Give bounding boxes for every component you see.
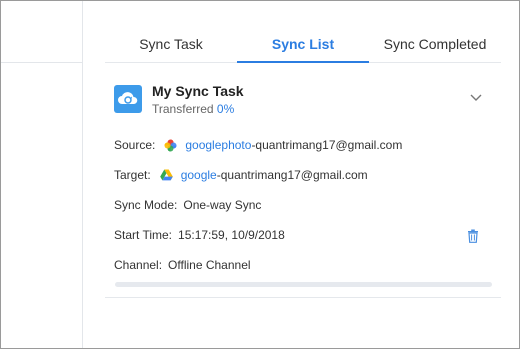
left-pane	[1, 1, 83, 348]
sync-mode-row: Sync Mode: One-way Sync	[114, 198, 261, 212]
start-time-label: Start Time:	[114, 228, 173, 242]
target-service[interactable]: google	[181, 168, 217, 182]
sync-mode-label: Sync Mode:	[114, 198, 178, 212]
target-label: Target:	[114, 168, 151, 182]
channel-row: Channel: Offline Channel	[114, 258, 251, 272]
start-time-row: Start Time: 15:17:59, 10/9/2018	[114, 228, 285, 242]
task-status: Transferred 0%	[152, 102, 234, 116]
progress-bar	[115, 282, 492, 287]
task-title: My Sync Task	[152, 83, 244, 99]
trash-icon[interactable]	[467, 229, 479, 243]
source-row: Source: googlephoto -quantrimang17@gmail…	[114, 138, 402, 152]
tab-bar: Sync Task Sync List Sync Completed	[105, 25, 501, 63]
source-label: Source:	[114, 138, 156, 152]
tab-sync-list[interactable]: Sync List	[237, 25, 369, 63]
sync-mode-value: One-way Sync	[183, 198, 262, 212]
tab-sync-task[interactable]: Sync Task	[105, 25, 237, 62]
channel-value: Offline Channel	[168, 258, 251, 272]
start-time-value: 15:17:59, 10/9/2018	[178, 228, 285, 242]
transferred-label: Transferred	[152, 102, 214, 116]
source-account: -quantrimang17@gmail.com	[251, 138, 403, 152]
chevron-down-icon[interactable]	[470, 93, 482, 103]
google-photos-icon	[164, 139, 177, 152]
target-row: Target: google -quantrimang17@gmail.com	[114, 168, 368, 182]
cloud-sync-icon	[114, 85, 142, 113]
source-service[interactable]: googlephoto	[185, 138, 251, 152]
target-account: -quantrimang17@gmail.com	[216, 168, 368, 182]
sync-task-card[interactable]: My Sync Task Transferred 0% Source: goog…	[105, 63, 501, 298]
tab-sync-completed[interactable]: Sync Completed	[369, 25, 501, 62]
divider	[1, 62, 83, 63]
transferred-percent: 0%	[216, 102, 235, 116]
channel-label: Channel:	[114, 258, 163, 272]
google-drive-icon	[159, 169, 173, 182]
